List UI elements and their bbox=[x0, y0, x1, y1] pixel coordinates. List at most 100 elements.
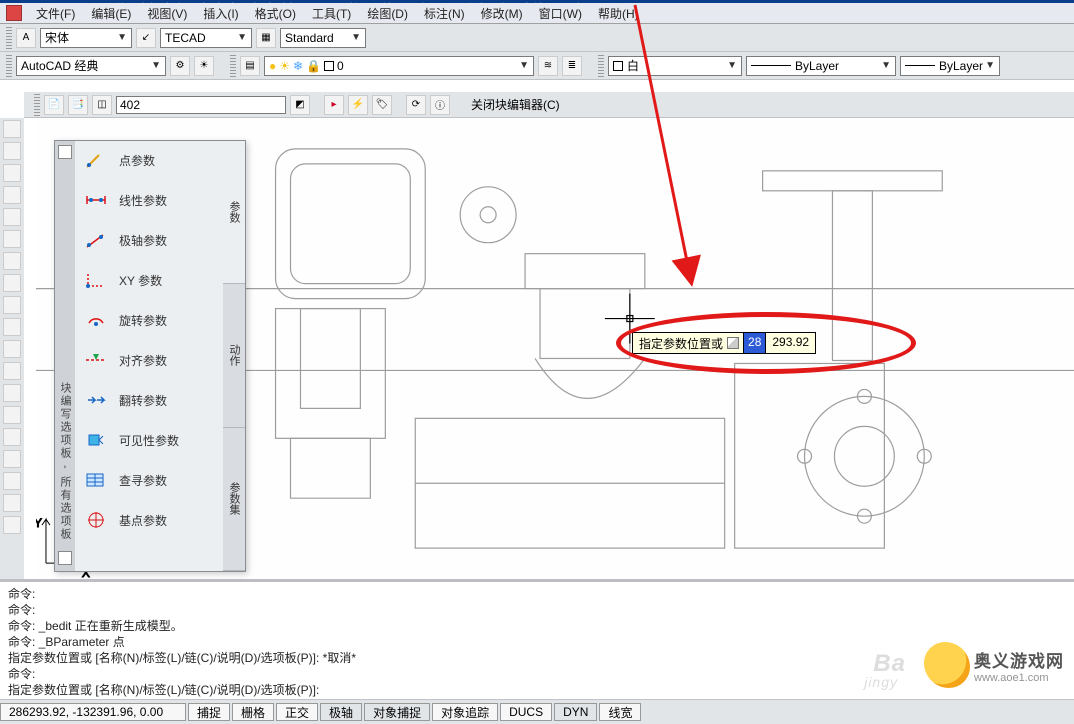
menu-file[interactable]: 文件(F) bbox=[28, 3, 83, 24]
color-combo[interactable]: 白▼ bbox=[608, 56, 742, 76]
menu-tools[interactable]: 工具(T) bbox=[304, 3, 359, 24]
menu-window[interactable]: 窗口(W) bbox=[531, 3, 590, 24]
param-point[interactable]: 点参数 bbox=[79, 151, 219, 169]
tooltip-rest[interactable]: 293.92 bbox=[766, 332, 816, 354]
item-label: 基点参数 bbox=[119, 512, 167, 529]
update-icon[interactable]: ⟳ bbox=[406, 95, 426, 115]
ducs-toggle[interactable]: DUCS bbox=[500, 703, 552, 721]
block-editor-toolbar: 📄 📑 ◫ ◩ ▸ ⚡ 🏷 ⟳ ⓘ 关闭块编辑器(C) bbox=[24, 92, 1074, 118]
close-block-editor[interactable]: 关闭块编辑器(C) bbox=[464, 92, 567, 117]
saveas-block-icon[interactable]: 📑 bbox=[68, 95, 88, 115]
tab-paramsets[interactable]: 参数集 bbox=[223, 428, 245, 571]
ellipse-icon[interactable] bbox=[3, 318, 21, 336]
table-icon[interactable] bbox=[3, 494, 21, 512]
menu-insert[interactable]: 插入(I) bbox=[195, 3, 246, 24]
polar-toggle[interactable]: 极轴 bbox=[320, 703, 362, 721]
grip-icon[interactable] bbox=[6, 55, 12, 77]
rect-icon[interactable] bbox=[3, 208, 21, 226]
otrack-toggle[interactable]: 对象追踪 bbox=[432, 703, 498, 721]
grip-icon[interactable] bbox=[34, 94, 40, 116]
menu-draw[interactable]: 绘图(D) bbox=[359, 3, 416, 24]
param-xy[interactable]: XY 参数 bbox=[79, 271, 219, 289]
layer-combo[interactable]: ●☀❄🔒 0▼ bbox=[264, 56, 534, 76]
tab-actions[interactable]: 动作 bbox=[223, 284, 245, 427]
menu-modify[interactable]: 修改(M) bbox=[473, 3, 531, 24]
polar-param-icon bbox=[85, 231, 107, 249]
param-polar[interactable]: 极轴参数 bbox=[79, 231, 219, 249]
layer-state-icon[interactable]: ≣ bbox=[562, 56, 582, 76]
tab-params[interactable]: 参数 bbox=[223, 141, 245, 284]
save-block-icon[interactable]: 📄 bbox=[44, 95, 64, 115]
param-basepoint[interactable]: 基点参数 bbox=[79, 511, 219, 529]
ortho-toggle[interactable]: 正交 bbox=[276, 703, 318, 721]
menu-format[interactable]: 格式(O) bbox=[247, 3, 304, 24]
coords-cell[interactable]: 286293.92, -132391.96, 0.00 bbox=[0, 703, 186, 721]
gradient-icon[interactable] bbox=[3, 450, 21, 468]
palette-rail[interactable]: 块编写选项板 - 所有选项板 bbox=[55, 141, 75, 571]
line-icon[interactable] bbox=[3, 120, 21, 138]
tooltip-selected[interactable]: 28 bbox=[744, 332, 766, 354]
arc-icon[interactable] bbox=[3, 230, 21, 248]
table-style-icon[interactable]: ▦ bbox=[256, 28, 276, 48]
polygon-icon[interactable] bbox=[3, 186, 21, 204]
dim-style-icon[interactable]: ↙ bbox=[136, 28, 156, 48]
flag-icon[interactable]: ▸ bbox=[324, 95, 344, 115]
watermark-title: 奥义游戏网 bbox=[974, 647, 1064, 672]
region-icon[interactable] bbox=[3, 472, 21, 490]
palette-props-icon[interactable] bbox=[58, 551, 72, 565]
item-label: 翻转参数 bbox=[119, 392, 167, 409]
menu-view[interactable]: 视图(V) bbox=[139, 3, 195, 24]
xline-icon[interactable] bbox=[3, 142, 21, 160]
dyn-toggle[interactable]: DYN bbox=[554, 703, 597, 721]
layer-mgr-icon[interactable]: ▤ bbox=[240, 56, 260, 76]
param-align[interactable]: 对齐参数 bbox=[79, 351, 219, 369]
font-combo[interactable]: 宋体▼ bbox=[40, 28, 132, 48]
pline-icon[interactable] bbox=[3, 164, 21, 182]
snap-toggle[interactable]: 捕捉 bbox=[188, 703, 230, 721]
lwt-toggle[interactable]: 线宽 bbox=[599, 703, 641, 721]
param-rotation[interactable]: 旋转参数 bbox=[79, 311, 219, 329]
text-style-icon[interactable]: A bbox=[16, 28, 36, 48]
ws-settings-icon[interactable]: ⚙ bbox=[170, 56, 190, 76]
param-lookup[interactable]: 查寻参数 bbox=[79, 471, 219, 489]
watermark-url: www.aoe1.com bbox=[974, 672, 1064, 684]
param-flip[interactable]: 翻转参数 bbox=[79, 391, 219, 409]
spline-icon[interactable] bbox=[3, 296, 21, 314]
color-label: 白 bbox=[627, 57, 639, 74]
hatch-icon[interactable] bbox=[3, 428, 21, 446]
linetype-combo[interactable]: ByLayer▼ bbox=[746, 56, 896, 76]
param-linear[interactable]: 线性参数 bbox=[79, 191, 219, 209]
grip-icon[interactable] bbox=[6, 27, 12, 49]
revcloud-icon[interactable] bbox=[3, 274, 21, 292]
block-icon[interactable]: ◫ bbox=[92, 95, 112, 115]
param-icon[interactable]: ◩ bbox=[290, 95, 310, 115]
grip-icon[interactable] bbox=[598, 55, 604, 77]
grip-icon[interactable] bbox=[230, 55, 236, 77]
insert-icon[interactable] bbox=[3, 362, 21, 380]
lineweight-combo[interactable]: ByLayer▼ bbox=[900, 56, 1000, 76]
workspace-combo[interactable]: AutoCAD 经典▼ bbox=[16, 56, 166, 76]
ellipsearc-icon[interactable] bbox=[3, 340, 21, 358]
menu-edit[interactable]: 编辑(E) bbox=[83, 3, 139, 24]
mtext-icon[interactable] bbox=[3, 516, 21, 534]
palette-close-icon[interactable] bbox=[58, 145, 72, 159]
layer-prev-icon[interactable]: ≋ bbox=[538, 56, 558, 76]
lightning-icon[interactable]: ⚡ bbox=[348, 95, 368, 115]
tablestyle-combo[interactable]: Standard▼ bbox=[280, 28, 366, 48]
ws-save-icon[interactable]: ☀ bbox=[194, 56, 214, 76]
menu-help[interactable]: 帮助(H) bbox=[590, 3, 647, 24]
info-icon[interactable]: ⓘ bbox=[430, 95, 450, 115]
command-window[interactable]: 命令: 命令: 命令: _bedit 正在重新生成模型。 命令: _BParam… bbox=[0, 579, 1074, 699]
dynamic-input-tooltip: 指定参数位置或 28 293.92 bbox=[632, 332, 816, 354]
grid-toggle[interactable]: 栅格 bbox=[232, 703, 274, 721]
param-visibility[interactable]: 可见性参数 bbox=[79, 431, 219, 449]
block-name-input[interactable] bbox=[116, 96, 286, 114]
point-icon[interactable] bbox=[3, 406, 21, 424]
xy-param-icon bbox=[85, 271, 107, 289]
tag-icon[interactable]: 🏷 bbox=[372, 95, 392, 115]
makeblock-icon[interactable] bbox=[3, 384, 21, 402]
circle-icon[interactable] bbox=[3, 252, 21, 270]
osnap-toggle[interactable]: 对象捕捉 bbox=[364, 703, 430, 721]
dimstyle-combo[interactable]: TECAD▼ bbox=[160, 28, 252, 48]
menu-dim[interactable]: 标注(N) bbox=[416, 3, 473, 24]
